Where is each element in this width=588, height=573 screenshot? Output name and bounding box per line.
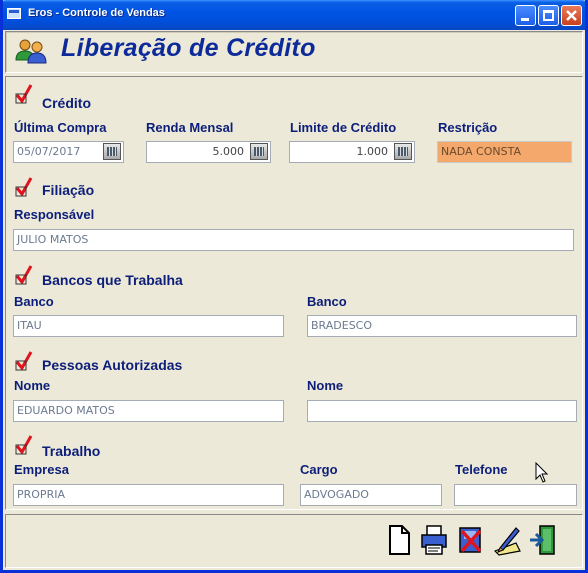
section-title-trabalho: Trabalho	[42, 443, 101, 459]
calculator-icon[interactable]	[250, 143, 268, 160]
limite-credito-value: 1.000	[356, 145, 389, 158]
header-panel: Liberação de Crédito	[5, 31, 583, 73]
close-icon	[566, 10, 577, 21]
cargo-field[interactable]: ADVOGADO	[300, 484, 442, 506]
nome2-label: Nome	[307, 378, 344, 393]
check-mark-icon	[15, 84, 33, 104]
delete-icon[interactable]	[456, 523, 486, 557]
responsavel-field[interactable]: JULIO MATOS	[13, 229, 574, 251]
close-button[interactable]	[561, 5, 582, 26]
calendar-icon[interactable]	[103, 143, 121, 160]
nome1-label: Nome	[14, 378, 51, 393]
ultima-compra-value: 05/07/2017	[17, 145, 81, 158]
telefone-field[interactable]: ( ) -	[454, 484, 577, 506]
banco1-value: ITAU	[17, 319, 42, 332]
maximize-icon	[543, 10, 554, 21]
check-mark-icon	[15, 351, 33, 371]
check-mark-icon	[15, 177, 33, 197]
section-title-filiacao: Filiação	[42, 182, 95, 198]
people-icon	[15, 39, 47, 64]
section-title-credito: Crédito	[42, 95, 91, 111]
restricao-field[interactable]: NADA CONSTA	[437, 141, 572, 163]
restricao-value: NADA CONSTA	[441, 145, 521, 158]
title-bar[interactable]: Eros - Controle de Vendas	[3, 0, 585, 30]
banco1-field[interactable]: ITAU	[13, 315, 284, 337]
cargo-value: ADVOGADO	[304, 488, 369, 501]
responsavel-label: Responsável	[14, 207, 95, 222]
empresa-field[interactable]: PROPRIA	[13, 484, 284, 506]
nome1-value: EDUARDO MATOS	[17, 404, 115, 417]
maximize-button[interactable]	[538, 5, 559, 26]
empresa-label: Empresa	[14, 462, 69, 477]
section-title-pessoas: Pessoas Autorizadas	[42, 357, 183, 373]
banco2-value: BRADESCO	[311, 319, 373, 332]
calculator-icon[interactable]	[394, 143, 412, 160]
empresa-value: PROPRIA	[17, 488, 65, 501]
nome1-field[interactable]: EDUARDO MATOS	[13, 400, 284, 422]
print-icon[interactable]	[419, 523, 449, 557]
renda-mensal-value: 5.000	[212, 145, 245, 158]
app-window-icon[interactable]	[7, 8, 21, 19]
ultima-compra-label: Última Compra	[14, 120, 107, 135]
exit-icon[interactable]	[528, 523, 558, 557]
banco2-field[interactable]: BRADESCO	[307, 315, 577, 337]
mouse-cursor-icon	[535, 462, 549, 483]
edit-icon[interactable]	[492, 523, 522, 557]
banco2-label: Banco	[307, 294, 347, 309]
check-mark-icon	[15, 265, 33, 285]
new-document-icon[interactable]	[384, 523, 414, 557]
cargo-label: Cargo	[300, 462, 338, 477]
window-title: Eros - Controle de Vendas	[28, 7, 165, 19]
nome2-field[interactable]	[307, 400, 577, 422]
banco1-label: Banco	[14, 294, 54, 309]
responsavel-value: JULIO MATOS	[17, 233, 89, 246]
toolbar-panel	[5, 514, 583, 568]
minimize-icon	[521, 18, 529, 21]
section-title-bancos: Bancos que Trabalha	[42, 272, 183, 288]
page-title: Liberação de Crédito	[61, 34, 316, 62]
form-panel: Crédito Última Compra 05/07/2017 Renda M…	[5, 76, 583, 510]
limite-credito-label: Limite de Crédito	[290, 120, 397, 135]
minimize-button[interactable]	[515, 5, 536, 26]
renda-mensal-label: Renda Mensal	[146, 120, 234, 135]
restricao-label: Restrição	[438, 120, 498, 135]
telefone-label: Telefone	[455, 462, 508, 477]
check-mark-icon	[15, 435, 33, 455]
app-window: Eros - Controle de Vendas Liberação de C…	[0, 0, 588, 573]
